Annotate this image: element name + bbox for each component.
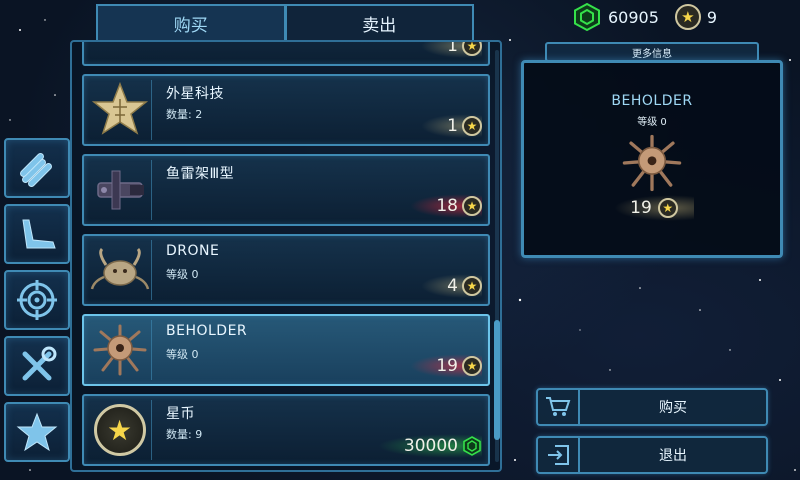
currency-bar: 60905 ★ 9	[532, 2, 782, 32]
torpedo-rack-icon	[96, 170, 144, 210]
category-sidebar	[4, 138, 70, 468]
alien-tech-icon	[91, 81, 148, 135]
buy-button-label: 购买	[659, 400, 687, 416]
star-icon: ★	[657, 198, 678, 218]
star-icon: ★	[674, 4, 701, 30]
item-price: 18 ★	[410, 194, 482, 218]
info-item-name: BEHOLDER	[611, 93, 693, 109]
category-special[interactable]	[4, 402, 70, 462]
item-price: 30000	[377, 434, 482, 458]
item-name: 外星科技	[166, 86, 224, 102]
buy-button[interactable]: 购买	[536, 388, 768, 426]
item-name: 星币	[166, 406, 195, 422]
tab-buy[interactable]: 购买	[96, 4, 286, 42]
beholder-creature-icon	[93, 324, 146, 376]
cart-icon	[546, 397, 571, 416]
item-name: 鱼雷架Ⅲ型	[166, 166, 235, 182]
item-price: 1 ★	[421, 42, 482, 58]
exit-button[interactable]: 退出	[536, 436, 768, 474]
category-wing[interactable]	[4, 204, 70, 264]
item-quantity: 数量: 2	[166, 108, 203, 121]
exit-icon	[548, 445, 569, 465]
info-item-level: 等级 0	[637, 117, 667, 128]
drone-creature-icon	[90, 247, 149, 290]
star-icon	[16, 412, 58, 452]
exit-button-label: 退出	[659, 448, 687, 464]
tab-sell[interactable]: 卖出	[285, 4, 474, 42]
list-item[interactable]: ★ 星币 数量: 9 30000	[82, 394, 490, 466]
star-icon: ★	[462, 116, 482, 136]
list-scrollbar-thumb[interactable]	[494, 320, 500, 440]
list-item[interactable]: DRONE 等级 0 4 ★	[82, 234, 490, 306]
item-list[interactable]: 1 ★ 外星科技 数量: 2 1 ★ 鱼雷架Ⅲ型 18 ★ DRONE 等级 0…	[70, 40, 502, 472]
crystal-icon	[574, 2, 600, 32]
item-thumbnail	[88, 320, 152, 380]
star-icon: ★	[462, 42, 482, 56]
info-card: BEHOLDER 等级 0 19 ★	[521, 60, 783, 258]
item-thumbnail	[88, 240, 152, 300]
item-price: 1 ★	[421, 114, 482, 138]
more-info-label: 更多信息	[545, 42, 759, 62]
item-price: 4 ★	[421, 274, 482, 298]
target-icon	[17, 280, 57, 320]
item-name: BEHOLDER	[166, 323, 248, 339]
category-targeting[interactable]	[4, 270, 70, 330]
item-level: 等级 0	[166, 348, 199, 361]
item-price: 19 ★	[410, 354, 482, 378]
star-icon: ★	[462, 356, 482, 376]
beholder-creature-icon	[622, 134, 682, 192]
tools-icon	[22, 346, 57, 381]
item-thumbnail	[88, 80, 152, 140]
missiles-icon	[20, 153, 52, 187]
item-thumbnail: ★	[88, 400, 152, 460]
item-level: 等级 0	[166, 268, 199, 281]
list-item[interactable]: 鱼雷架Ⅲ型 18 ★	[82, 154, 490, 226]
star-icon: ★	[462, 196, 482, 216]
category-missiles[interactable]	[4, 138, 70, 198]
star-coin-icon: ★	[93, 404, 146, 456]
item-name: DRONE	[166, 243, 220, 259]
shop-tabs: 购买 卖出	[96, 4, 474, 42]
list-item[interactable]: 1 ★	[82, 42, 490, 66]
crystal-count: 60905	[608, 7, 659, 27]
item-thumbnail	[88, 160, 152, 220]
star-count: 9	[706, 7, 718, 27]
crystal-icon	[463, 436, 481, 456]
category-tools[interactable]	[4, 336, 70, 396]
list-item[interactable]: 外星科技 数量: 2 1 ★	[82, 74, 490, 146]
list-item[interactable]: BEHOLDER 等级 0 19 ★	[82, 314, 490, 386]
info-item-price: 19 ★	[614, 195, 694, 221]
star-icon: ★	[462, 276, 482, 296]
item-quantity: 数量: 9	[166, 428, 203, 441]
wing-icon	[22, 219, 56, 249]
